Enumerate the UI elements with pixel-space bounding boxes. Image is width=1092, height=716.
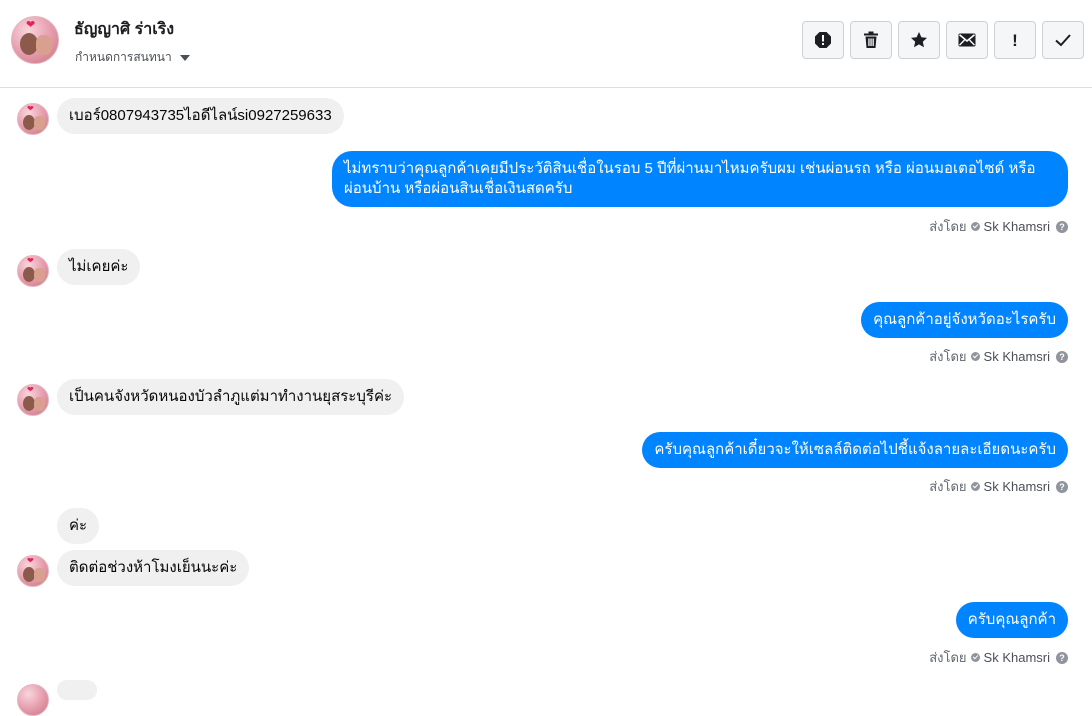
sent-by-label: ส่งโดย: [929, 479, 967, 494]
delete-button[interactable]: [850, 21, 892, 59]
incoming-message[interactable]: เป็นคนจังหวัดหนองบัวลำภูแต่มาทำงานยุสระบ…: [57, 379, 405, 415]
contact-name[interactable]: ธัญญาศิ ร่าเริง: [74, 17, 174, 42]
mark-unread-button[interactable]: [946, 21, 988, 59]
mark-done-button[interactable]: [1042, 21, 1084, 59]
avatar-figure: [36, 35, 52, 55]
exclamation-icon: !: [1012, 30, 1018, 50]
sender-avatar[interactable]: ❤: [17, 384, 49, 416]
outgoing-message[interactable]: ครับคุณลูกค้าเดี๋ยวจะให้เซลล์ติดต่อไปชี้…: [642, 432, 1068, 468]
sender-avatar[interactable]: ❤: [17, 555, 49, 587]
help-icon[interactable]: ?: [1056, 480, 1068, 493]
help-icon[interactable]: ?: [1056, 220, 1068, 233]
outgoing-message[interactable]: ครับคุณลูกค้า: [955, 602, 1068, 638]
heart-icon: ❤: [27, 556, 34, 565]
sent-by-label: ส่งโดย: [929, 650, 967, 665]
envelope-icon: [958, 33, 976, 47]
star-button[interactable]: [898, 21, 940, 59]
avatar-figure: [34, 568, 45, 582]
contact-avatar[interactable]: ❤: [11, 16, 59, 64]
conversation-toolbar: !: [802, 21, 1084, 59]
caret-down-icon: [179, 54, 190, 61]
sender-name[interactable]: Sk Khamsri: [984, 349, 1050, 364]
sender-name[interactable]: Sk Khamsri: [984, 650, 1050, 665]
spam-icon: [815, 32, 831, 48]
sender-name[interactable]: Sk Khamsri: [984, 479, 1050, 494]
incoming-message[interactable]: ค่ะ: [57, 508, 100, 544]
sent-by-meta: ส่งโดย Sk Khamsri ?: [929, 346, 1068, 367]
verified-icon: [970, 653, 980, 662]
conversation-header: ❤ ธัญญาศิ ร่าเริง กำหนดการสนทนา !: [0, 0, 1092, 88]
avatar-figure: [34, 116, 45, 130]
trash-icon: [864, 31, 878, 48]
sender-avatar[interactable]: [17, 684, 49, 716]
heart-icon: ❤: [27, 385, 34, 394]
star-icon: [911, 32, 927, 48]
verified-icon: [970, 352, 980, 361]
avatar-figure: [34, 397, 45, 411]
help-icon[interactable]: ?: [1056, 651, 1068, 664]
heart-icon: ❤: [27, 104, 34, 113]
heart-icon: ❤: [26, 19, 36, 31]
avatar-figure: [34, 268, 45, 282]
sent-by-meta: ส่งโดย Sk Khamsri ?: [929, 476, 1068, 497]
heart-icon: ❤: [27, 256, 34, 265]
sender-avatar[interactable]: ❤: [17, 255, 49, 287]
sender-avatar[interactable]: ❤: [17, 103, 49, 135]
mark-spam-button[interactable]: [802, 21, 844, 59]
sender-name[interactable]: Sk Khamsri: [984, 219, 1050, 234]
help-icon[interactable]: ?: [1056, 350, 1068, 363]
incoming-message[interactable]: ติดต่อช่วงห้าโมงเย็นนะค่ะ: [57, 550, 250, 586]
assign-label: กำหนดการสนทนา: [75, 50, 172, 64]
check-icon: [1055, 34, 1071, 47]
incoming-message[interactable]: ไม่เคยค่ะ: [57, 249, 141, 285]
outgoing-message[interactable]: ไม่ทราบว่าคุณลูกค้าเคยมีประวัติสินเชื่อใ…: [332, 151, 1068, 207]
outgoing-message[interactable]: คุณลูกค้าอยู่จังหวัดอะไรครับ: [861, 302, 1068, 338]
assign-conversation-dropdown[interactable]: กำหนดการสนทนา: [75, 48, 190, 67]
sent-by-meta: ส่งโดย Sk Khamsri ?: [929, 647, 1068, 668]
incoming-message-partial[interactable]: [57, 680, 97, 700]
follow-up-button[interactable]: !: [994, 21, 1036, 59]
sent-by-meta: ส่งโดย Sk Khamsri ?: [929, 216, 1068, 237]
incoming-message[interactable]: เบอร์0807943735ไอดีไลน์si0927259633: [57, 98, 344, 134]
sent-by-label: ส่งโดย: [929, 219, 967, 234]
sent-by-label: ส่งโดย: [929, 349, 967, 364]
verified-icon: [970, 222, 980, 231]
verified-icon: [970, 482, 980, 491]
